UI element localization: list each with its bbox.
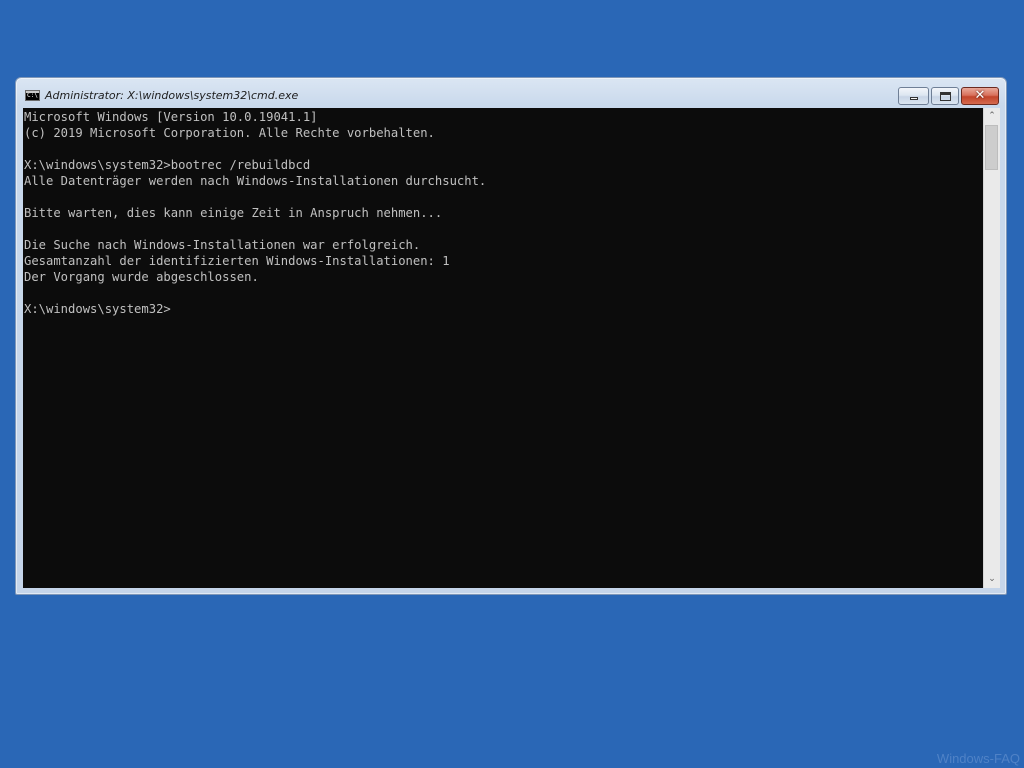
title-bar[interactable]: C:\ Administrator: X:\windows\system32\c…	[16, 78, 1006, 108]
console-line: Die Suche nach Windows-Installationen wa…	[24, 238, 421, 252]
console-line: Gesamtanzahl der identifizierten Windows…	[24, 254, 450, 268]
cmd-icon[interactable]: C:\	[25, 90, 40, 101]
console-line: Microsoft Windows [Version 10.0.19041.1]	[24, 110, 318, 124]
maximize-button[interactable]	[931, 87, 959, 105]
console-line: Der Vorgang wurde abgeschlossen.	[24, 270, 259, 284]
console-text: Microsoft Windows [Version 10.0.19041.1]…	[23, 108, 983, 317]
console-line: X:\windows\system32>bootrec /rebuildbcd	[24, 158, 311, 172]
window-title: Administrator: X:\windows\system32\cmd.e…	[45, 89, 299, 102]
console-line: Alle Datenträger werden nach Windows-Ins…	[24, 174, 487, 188]
minimize-icon	[910, 97, 918, 100]
minimize-button[interactable]	[898, 87, 929, 105]
maximize-icon	[940, 92, 951, 101]
watermark: Windows-FAQ	[936, 751, 1020, 766]
console-line: X:\windows\system32>	[24, 302, 171, 316]
scroll-up-icon[interactable]: ⌃	[984, 108, 1000, 125]
console-output[interactable]: Microsoft Windows [Version 10.0.19041.1]…	[23, 108, 983, 588]
scroll-down-icon[interactable]: ⌄	[984, 571, 1000, 588]
cmd-window: C:\ Administrator: X:\windows\system32\c…	[15, 77, 1007, 595]
close-button[interactable]: ✕	[961, 87, 999, 105]
close-icon: ✕	[974, 88, 986, 103]
console-line: (c) 2019 Microsoft Corporation. Alle Rec…	[24, 126, 435, 140]
console-line: Bitte warten, dies kann einige Zeit in A…	[24, 206, 443, 220]
vertical-scrollbar[interactable]: ⌃ ⌄	[983, 108, 1000, 588]
scroll-thumb[interactable]	[985, 125, 998, 170]
